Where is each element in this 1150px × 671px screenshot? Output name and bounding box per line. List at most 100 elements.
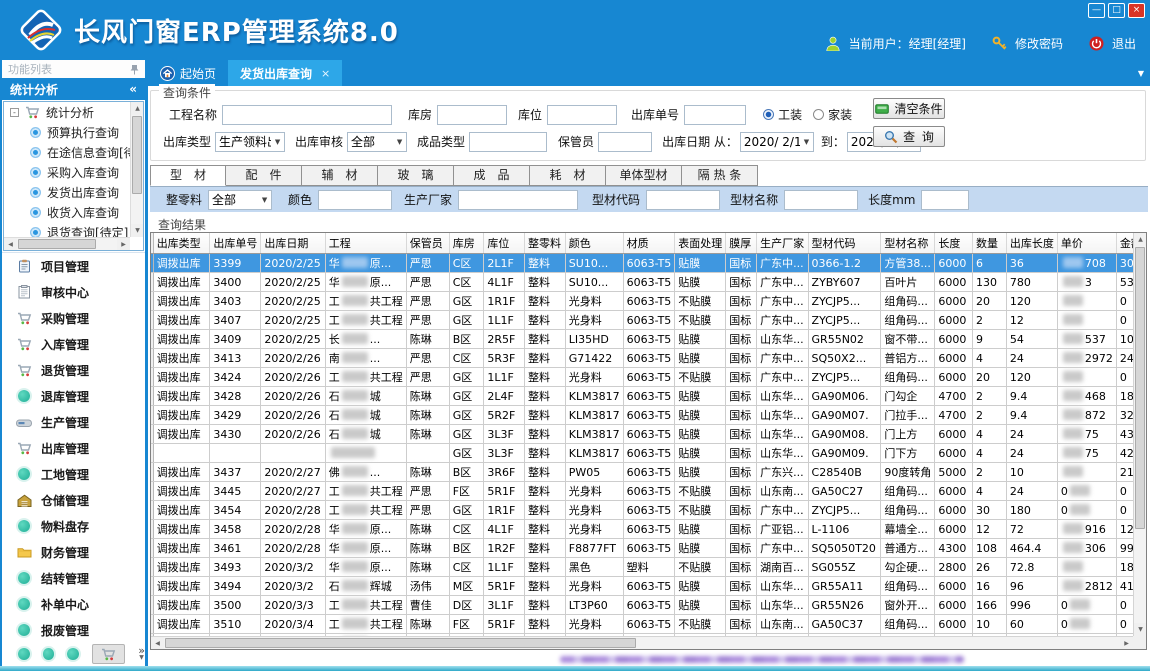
material-subtab-2[interactable]: 辅 材 <box>302 165 378 186</box>
location-input[interactable] <box>547 105 617 125</box>
tree-collapse-icon[interactable]: - <box>10 108 19 117</box>
tree-item-5[interactable]: 退货查询[待定] <box>4 222 130 237</box>
sidebar-module-12[interactable]: 结转管理 <box>2 565 145 591</box>
radio-jiazhuang-label[interactable]: 家装 <box>828 106 852 123</box>
column-header[interactable]: 型材代码 <box>808 233 881 254</box>
material-subtab-7[interactable]: 隔 热 条 <box>682 165 758 186</box>
table-row[interactable]: 调拨出库34582020/2/28华原...陈琳C区4L1F整料光身料6063-… <box>151 520 1146 539</box>
profile-code-input[interactable] <box>646 190 720 210</box>
material-subtab-5[interactable]: 耗 材 <box>530 165 606 186</box>
column-header[interactable]: 长度 <box>935 233 973 254</box>
sidebar-module-14[interactable]: 报废管理 <box>2 617 145 642</box>
radio-gongzhuang-label[interactable]: 工装 <box>778 106 802 123</box>
sidebar-module-2[interactable]: 采购管理 <box>2 305 145 331</box>
scroll-right-icon[interactable]: ▶ <box>1120 637 1133 650</box>
search-button[interactable]: 查 询 <box>873 126 945 147</box>
sidebar-module-0[interactable]: 项目管理 <box>2 253 145 279</box>
minimize-button[interactable]: — <box>1088 3 1105 18</box>
table-row[interactable]: 调拨出库34032020/2/25工共工程严思G区1R1F整料光身料6063-T… <box>151 292 1146 311</box>
collapse-chevron-icon[interactable]: « <box>129 82 137 96</box>
table-row[interactable]: 调拨出库34932020/3/2华原...陈琳C区1L1F整料黑色塑料不贴膜国标… <box>151 558 1146 577</box>
table-row[interactable]: 调拨出库34092020/2/25长...陈琳B区2R5F整料LI35HD606… <box>151 330 1146 349</box>
column-header[interactable]: 数量 <box>973 233 1007 254</box>
product-type-input[interactable] <box>469 132 547 152</box>
sidebar-module-7[interactable]: 出库管理 <box>2 435 145 461</box>
radio-jiazhuang[interactable] <box>813 109 824 120</box>
out-type-select[interactable]: 生产领料出库▼ <box>215 132 285 152</box>
material-subtab-0[interactable]: 型 材 <box>150 165 226 186</box>
column-header[interactable]: 生产厂家 <box>757 233 808 254</box>
scroll-down-icon[interactable]: ▼ <box>1134 623 1147 636</box>
module-dot-icon[interactable] <box>43 648 55 660</box>
order-no-input[interactable] <box>684 105 746 125</box>
material-subtab-1[interactable]: 配 件 <box>226 165 302 186</box>
table-row[interactable]: 调拨出库33992020/2/25华原...严思C区2L1F整料SU10...6… <box>151 254 1146 273</box>
maximize-button[interactable]: □ <box>1108 3 1125 18</box>
clear-conditions-button[interactable]: 清空条件 <box>873 98 945 119</box>
material-subtab-3[interactable]: 玻 璃 <box>378 165 454 186</box>
table-row[interactable]: 调拨出库34942020/3/2石辉城汤伟M区5R1F整料光身料6063-T5贴… <box>151 577 1146 596</box>
material-subtab-4[interactable]: 成 品 <box>454 165 530 186</box>
column-header[interactable]: 工程 <box>325 233 406 254</box>
tree-item-4[interactable]: 收货入库查询 <box>4 202 130 222</box>
table-row[interactable]: 调拨出库34372020/2/27佛...陈琳B区3R6F整料PW056063-… <box>151 463 1146 482</box>
table-row[interactable]: G区3L3F整料KLM38176063-T5贴膜国标山东华...GA90M09.… <box>151 444 1146 463</box>
table-row[interactable]: 调拨出库34002020/2/25华原...严思C区4L1F整料SU10...6… <box>151 273 1146 292</box>
profile-name-input[interactable] <box>784 190 858 210</box>
column-header[interactable]: 颜色 <box>565 233 623 254</box>
table-row[interactable]: 调拨出库34452020/2/27工共工程严思F区5R1F整料光身料6063-T… <box>151 482 1146 501</box>
table-row[interactable]: 调拨出库34612020/2/28华原...陈琳B区1R2F整料F8877FT6… <box>151 539 1146 558</box>
table-row[interactable]: 调拨出库34542020/2/28工共工程严思G区1R1F整料光身料6063-T… <box>151 501 1146 520</box>
table-row[interactable]: 调拨出库34282020/2/26石城陈琳G区2L4F整料KLM38176063… <box>151 387 1146 406</box>
date-from-select[interactable]: 2020/ 2/16▼ <box>740 132 814 152</box>
logout-link[interactable]: 退出 <box>1112 35 1136 52</box>
table-row[interactable]: 调拨出库35102020/3/4工共工程陈琳F区5R1F整料光身料6063-T5… <box>151 615 1146 634</box>
tree-root-item[interactable]: - 统计分析 <box>4 102 130 122</box>
column-header[interactable]: 整零料 <box>525 233 566 254</box>
warehouse-input[interactable] <box>437 105 507 125</box>
cart-module-button[interactable] <box>92 644 125 664</box>
scroll-left-icon[interactable]: ◀ <box>151 637 164 650</box>
scroll-up-icon[interactable]: ▲ <box>131 102 144 115</box>
column-header[interactable]: 出库单号 <box>210 233 261 254</box>
tab-close-icon[interactable]: × <box>321 67 330 80</box>
table-row[interactable]: 调拨出库35002020/3/3工共工程曹佳D区3L1F整料LT3P606063… <box>151 596 1146 615</box>
close-button[interactable]: × <box>1128 3 1145 18</box>
color-input[interactable] <box>318 190 392 210</box>
table-vertical-scrollbar[interactable]: ▲ ▼ <box>1133 233 1146 636</box>
column-header[interactable]: 出库类型 <box>153 233 210 254</box>
maker-input[interactable] <box>458 190 578 210</box>
column-header[interactable]: 出库长度 <box>1006 233 1057 254</box>
tree-horizontal-scrollbar[interactable]: ◀ ▶ <box>4 237 130 250</box>
pin-icon[interactable] <box>130 64 139 75</box>
column-header[interactable]: 表面处理 <box>675 233 726 254</box>
change-password-link[interactable]: 修改密码 <box>1015 35 1063 52</box>
sidebar-module-5[interactable]: 退库管理 <box>2 383 145 409</box>
tree-item-0[interactable]: 预算执行查询 <box>4 122 130 142</box>
sidebar-module-10[interactable]: 物料盘存 <box>2 513 145 539</box>
column-header[interactable]: 库位 <box>484 233 525 254</box>
tree-item-3[interactable]: 发货出库查询 <box>4 182 130 202</box>
tree-item-2[interactable]: 采购入库查询 <box>4 162 130 182</box>
table-row[interactable]: 调拨出库34302020/2/26石城陈琳G区3L3F整料KLM38176063… <box>151 425 1146 444</box>
tab-home[interactable]: 起始页 <box>148 60 228 86</box>
tab-overflow-icon[interactable]: ▼ <box>1138 69 1144 78</box>
sidebar-module-3[interactable]: 入库管理 <box>2 331 145 357</box>
sidebar-module-4[interactable]: 退货管理 <box>2 357 145 383</box>
column-header[interactable]: 库房 <box>449 233 484 254</box>
length-input[interactable] <box>921 190 969 210</box>
module-dot-icon[interactable] <box>18 648 30 660</box>
material-subtab-6[interactable]: 单体型材 <box>606 165 682 186</box>
table-row[interactable]: 调拨出库34292020/2/26石城陈琳G区5R2F整料KLM38176063… <box>151 406 1146 425</box>
scroll-up-icon[interactable]: ▲ <box>1134 233 1147 246</box>
sidebar-module-1[interactable]: 审核中心 <box>2 279 145 305</box>
stats-panel-header[interactable]: 统计分析 « <box>2 78 145 100</box>
out-audit-select[interactable]: 全部▼ <box>347 132 407 152</box>
table-row[interactable]: 调拨出库34132020/2/26南...严思C区5R3F整料G71422606… <box>151 349 1146 368</box>
column-header[interactable]: 型材名称 <box>881 233 935 254</box>
sidebar-module-11[interactable]: 财务管理 <box>2 539 145 565</box>
sidebar-module-9[interactable]: 仓储管理 <box>2 487 145 513</box>
more-modules-button[interactable]: » ▼ <box>138 647 145 661</box>
table-row[interactable]: 调拨出库34072020/2/25工共工程严思G区1L1F整料光身料6063-T… <box>151 311 1146 330</box>
tree-vertical-scrollbar[interactable]: ▲ ▼ <box>130 102 143 237</box>
